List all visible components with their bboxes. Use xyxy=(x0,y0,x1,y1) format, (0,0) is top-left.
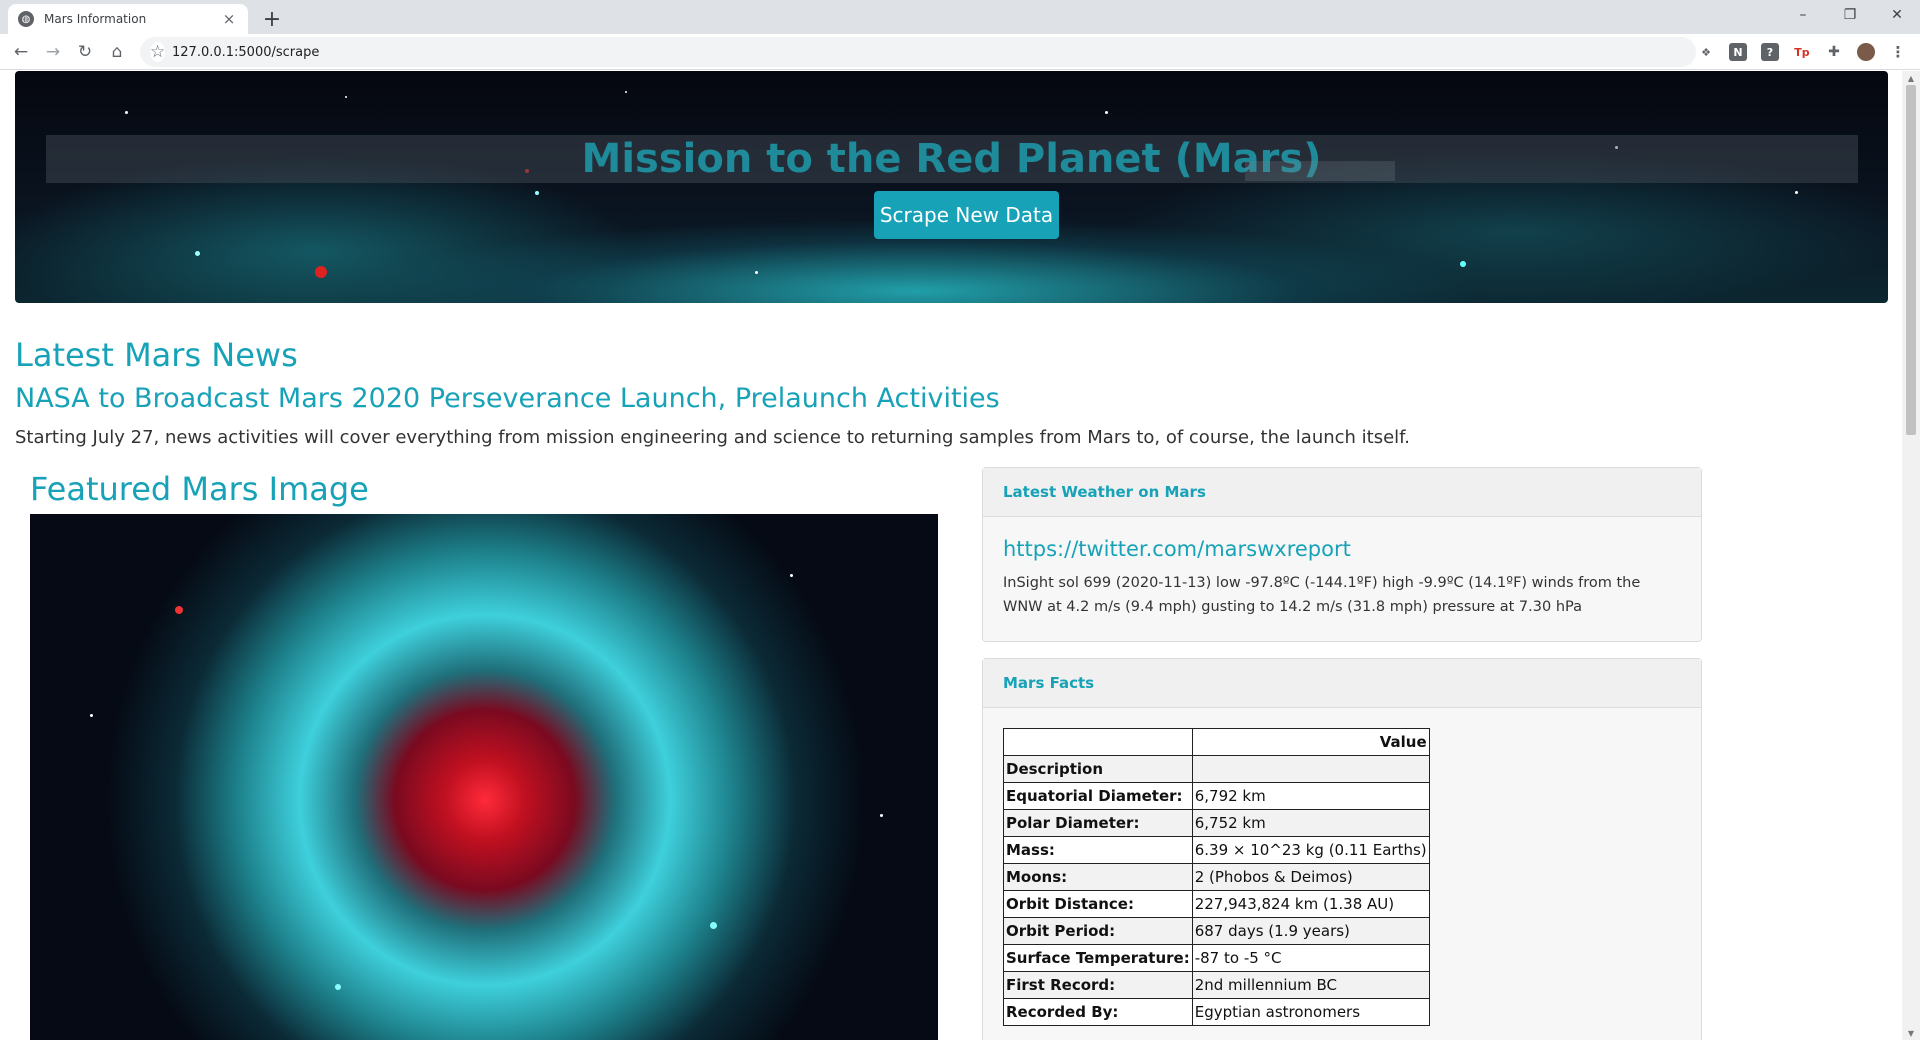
table-row: Mass: 6.39 × 10^23 kg (0.11 Earths) xyxy=(1003,836,1430,864)
fact-label: Polar Diameter: xyxy=(1003,809,1193,837)
table-row: Polar Diameter: 6,752 km xyxy=(1003,809,1430,837)
url-text[interactable]: 127.0.0.1:5000/scrape xyxy=(172,45,1696,60)
table-row: Surface Temperature: -87 to -5 °C xyxy=(1003,944,1430,972)
tab-strip: ◍ Mars Information × + – ❐ ✕ xyxy=(0,0,1920,34)
fact-value: 687 days (1.9 years) xyxy=(1191,917,1430,945)
restore-button[interactable]: ❐ xyxy=(1827,0,1873,30)
fact-label: Orbit Period: xyxy=(1003,917,1193,945)
tp-extension-icon[interactable]: Tp xyxy=(1793,43,1811,61)
featured-mars-image xyxy=(30,514,938,1040)
address-bar[interactable]: i 127.0.0.1:5000/scrape ☆ xyxy=(140,37,1696,67)
table-row: Moons: 2 (Phobos & Deimos) xyxy=(1003,863,1430,891)
jumbotron-header: Mission to the Red Planet (Mars) Scrape … xyxy=(15,71,1888,303)
index-name-row: Description xyxy=(1003,755,1430,783)
new-tab-button[interactable]: + xyxy=(258,5,286,33)
bookmark-star-icon[interactable]: ☆ xyxy=(150,42,166,62)
index-name-cell: Description xyxy=(1003,755,1193,783)
forward-arrow-icon[interactable]: → xyxy=(40,39,66,65)
table-header-row: Value xyxy=(1003,728,1430,756)
table-row: Orbit Distance: 227,943,824 km (1.38 AU) xyxy=(1003,890,1430,918)
weather-twitter-link[interactable]: https://twitter.com/marswxreport xyxy=(1003,537,1701,561)
page-scrollbar[interactable]: ▲ ▼ xyxy=(1902,71,1920,1040)
minimize-button[interactable]: – xyxy=(1780,0,1826,30)
fact-value: -87 to -5 °C xyxy=(1191,944,1430,972)
news-paragraph: Starting July 27, news activities will c… xyxy=(15,427,1410,448)
latest-news-heading: Latest Mars News xyxy=(15,336,298,374)
reload-icon[interactable]: ↻ xyxy=(72,39,98,65)
blank-header-cell xyxy=(1003,728,1193,756)
fact-label: Moons: xyxy=(1003,863,1193,891)
faded-overlay-text xyxy=(1245,161,1395,181)
table-row: Equatorial Diameter: 6,792 km xyxy=(1003,782,1430,810)
dropbox-extension-icon[interactable]: ❖ xyxy=(1697,43,1715,61)
puzzle-extensions-icon[interactable]: ✚ xyxy=(1825,43,1843,61)
window-close-button[interactable]: ✕ xyxy=(1874,0,1920,30)
fact-label: First Record: xyxy=(1003,971,1193,999)
fact-value: Egyptian astronomers xyxy=(1191,998,1430,1026)
facts-card-header: Mars Facts xyxy=(983,659,1701,708)
tab-close-icon[interactable]: × xyxy=(220,10,238,28)
page-title: Mission to the Red Planet (Mars) xyxy=(581,136,1322,182)
weather-card: Latest Weather on Mars https://twitter.c… xyxy=(982,467,1702,642)
fact-value: 6.39 × 10^23 kg (0.11 Earths) xyxy=(1191,836,1430,864)
scroll-up-arrow-icon[interactable]: ▲ xyxy=(1902,71,1920,85)
scrape-new-data-button[interactable]: Scrape New Data xyxy=(874,191,1059,239)
fact-label: Equatorial Diameter: xyxy=(1003,782,1193,810)
table-row: Recorded By: Egyptian astronomers xyxy=(1003,998,1430,1026)
fact-value: 227,943,824 km (1.38 AU) xyxy=(1191,890,1430,918)
weather-card-header: Latest Weather on Mars xyxy=(983,468,1701,517)
fact-value: 6,792 km xyxy=(1191,782,1430,810)
fact-label: Surface Temperature: xyxy=(1003,944,1193,972)
scroll-down-arrow-icon[interactable]: ▼ xyxy=(1902,1026,1920,1040)
news-title: NASA to Broadcast Mars 2020 Perseverance… xyxy=(15,383,1000,414)
table-row: First Record: 2nd millennium BC xyxy=(1003,971,1430,999)
fact-value: 2nd millennium BC xyxy=(1191,971,1430,999)
fact-value: 6,752 km xyxy=(1191,809,1430,837)
featured-image-heading: Featured Mars Image xyxy=(30,470,369,508)
fact-label: Mass: xyxy=(1003,836,1193,864)
fact-label: Orbit Distance: xyxy=(1003,890,1193,918)
home-icon[interactable]: ⌂ xyxy=(104,39,130,65)
facts-card: Mars Facts Value Description Equatorial … xyxy=(982,658,1702,1040)
browser-toolbar: ← → ↻ ⌂ i 127.0.0.1:5000/scrape ☆ ❖ N ? … xyxy=(0,34,1920,70)
back-arrow-icon[interactable]: ← xyxy=(8,39,34,65)
fact-value: 2 (Phobos & Deimos) xyxy=(1191,863,1430,891)
weather-text: InSight sol 699 (2020-11-13) low -97.8ºC… xyxy=(1003,575,1641,615)
browser-tab[interactable]: ◍ Mars Information × xyxy=(8,4,248,34)
mars-facts-table: Value Description Equatorial Diameter: 6,… xyxy=(1003,728,1430,1026)
menu-kebab-icon[interactable]: ⋮ xyxy=(1889,43,1907,61)
table-row: Orbit Period: 687 days (1.9 years) xyxy=(1003,917,1430,945)
tab-title: Mars Information xyxy=(44,12,147,26)
page-viewport: Mission to the Red Planet (Mars) Scrape … xyxy=(0,71,1902,1040)
extension-icon[interactable]: N xyxy=(1729,43,1747,61)
fact-label: Recorded By: xyxy=(1003,998,1193,1026)
empty-cell xyxy=(1191,755,1430,783)
help-extension-icon[interactable]: ? xyxy=(1761,43,1779,61)
value-column-header: Value xyxy=(1191,728,1430,756)
globe-icon: ◍ xyxy=(18,11,34,27)
scrollbar-thumb[interactable] xyxy=(1906,85,1916,435)
profile-avatar[interactable] xyxy=(1857,43,1875,61)
